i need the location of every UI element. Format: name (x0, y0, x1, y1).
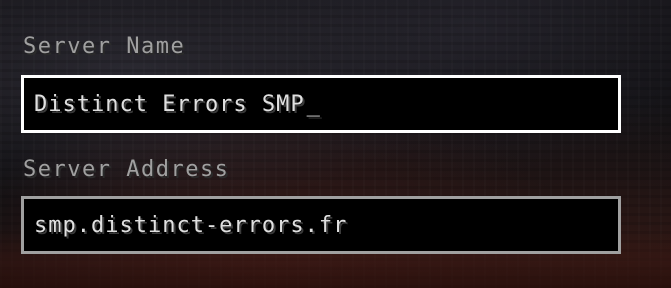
server-address-value: smp.distinct-errors.fr (34, 212, 348, 238)
server-name-value: Distinct Errors SMP (34, 91, 305, 117)
server-name-label: Server Name (23, 34, 186, 59)
server-address-input[interactable]: smp.distinct-errors.fr (21, 196, 621, 254)
server-address-label: Server Address (23, 157, 230, 182)
text-cursor: _ (306, 91, 320, 117)
server-name-input[interactable]: Distinct Errors SMP _ (21, 75, 621, 133)
